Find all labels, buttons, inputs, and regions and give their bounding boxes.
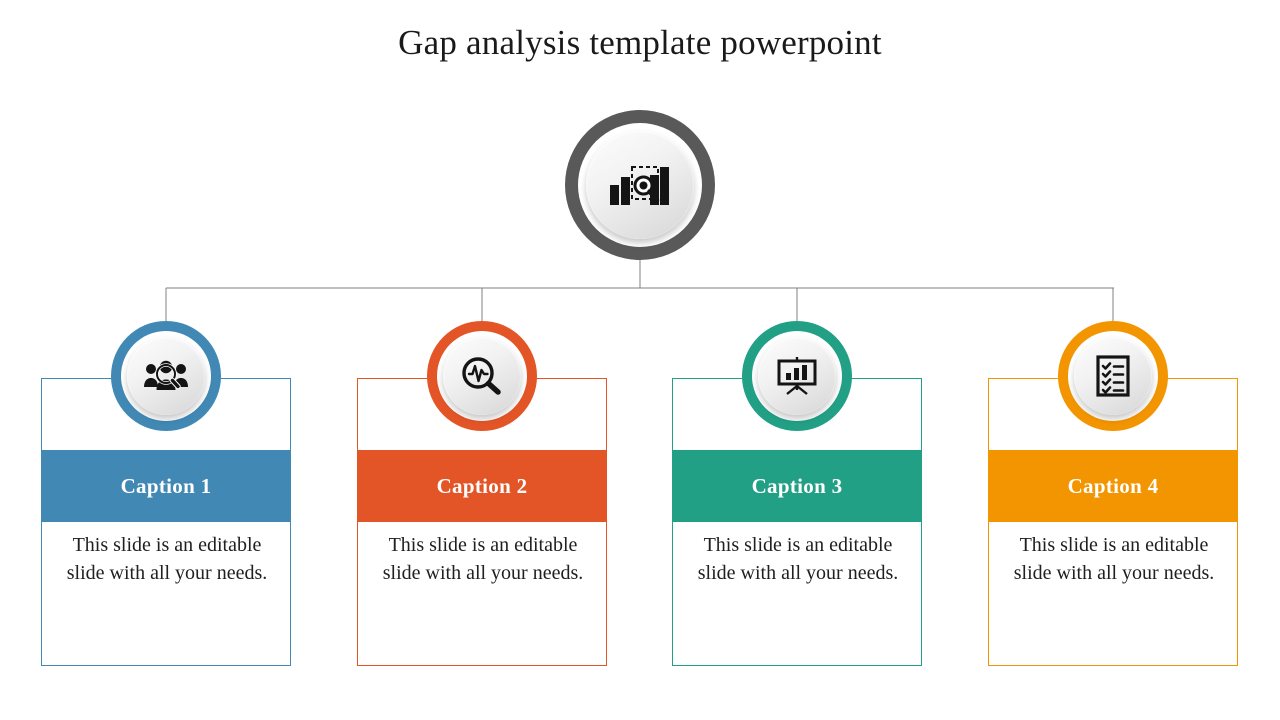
center-node-disc [586, 131, 694, 239]
branch-node-4[interactable] [1058, 321, 1168, 431]
checklist-clipboard-icon [1096, 355, 1130, 397]
card-3-body: This slide is an editable slide with all… [697, 534, 899, 585]
center-node[interactable] [565, 110, 715, 260]
presentation-chart-icon [777, 357, 817, 395]
branch-node-3-disc [758, 337, 836, 415]
bar-chart-magnifier-icon [610, 166, 669, 205]
branch-node-2[interactable] [427, 321, 537, 431]
card-4-body: This slide is an editable slide with all… [1013, 534, 1215, 585]
card-2-caption: Caption 2 [357, 450, 607, 522]
magnifier-pulse-icon [462, 357, 501, 395]
branch-node-3[interactable] [742, 321, 852, 431]
branch-node-2-disc [443, 337, 521, 415]
branch-node-1-disc [127, 337, 205, 415]
page-title: Gap analysis template powerpoint [398, 23, 882, 62]
people-search-icon [144, 360, 188, 390]
card-2-body: This slide is an editable slide with all… [382, 534, 584, 585]
card-3-caption: Caption 3 [672, 450, 922, 522]
card-1-body: This slide is an editable slide with all… [66, 534, 268, 585]
card-4-caption: Caption 4 [988, 450, 1238, 522]
card-1-caption: Caption 1 [41, 450, 291, 522]
branch-node-4-disc [1074, 337, 1152, 415]
branch-node-1[interactable] [111, 321, 221, 431]
